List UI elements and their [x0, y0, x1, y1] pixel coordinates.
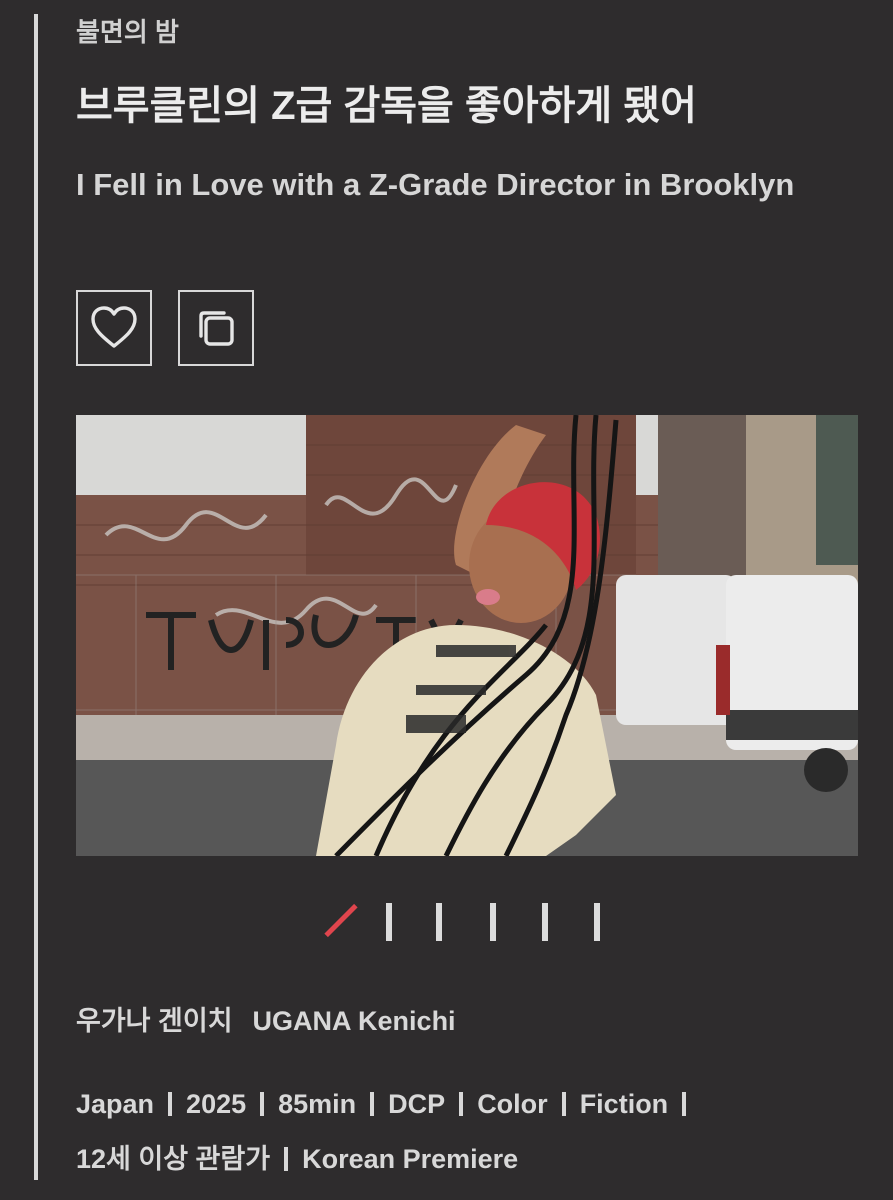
meta-rating: 12세 이상 관람가 — [76, 1144, 271, 1174]
pager-indicator[interactable] — [594, 903, 600, 941]
copy-icon — [199, 311, 234, 346]
meta-year: 2025 — [186, 1089, 247, 1119]
meta-separator — [370, 1092, 375, 1116]
meta-separator — [260, 1092, 265, 1116]
pager-indicator[interactable] — [386, 903, 392, 941]
meta-separator — [561, 1092, 566, 1116]
pager-indicator-active[interactable] — [324, 903, 358, 938]
heart-icon — [91, 306, 137, 348]
image-carousel-pager — [316, 900, 616, 944]
meta-runtime: 85min — [278, 1089, 357, 1119]
meta-separator — [682, 1092, 687, 1116]
pager-indicator[interactable] — [490, 903, 496, 941]
meta-separator — [168, 1092, 173, 1116]
copy-button[interactable] — [178, 290, 254, 366]
meta-separator — [459, 1092, 464, 1116]
section-label: 불면의 밤 — [76, 17, 179, 47]
film-still-image — [76, 415, 858, 856]
director-credit: 우가나 겐이치 UGANA Kenichi — [76, 1002, 456, 1040]
film-title-korean: 브루클린의 Z급 감독을 좋아하게 됐어 — [76, 84, 697, 128]
director-name-korean: 우가나 겐이치 — [76, 1006, 233, 1036]
meta-genre: Fiction — [579, 1089, 669, 1119]
director-name-english: UGANA Kenichi — [252, 1006, 456, 1036]
pager-indicator[interactable] — [436, 903, 442, 941]
film-title-english: I Fell in Love with a Z-Grade Director i… — [76, 167, 795, 202]
meta-separator — [284, 1147, 289, 1171]
meta-format: DCP — [388, 1089, 446, 1119]
film-meta-row-1: Japan 2025 85min DCP Color Fiction — [76, 1085, 700, 1123]
meta-premiere: Korean Premiere — [302, 1144, 519, 1174]
pager-indicator[interactable] — [542, 903, 548, 941]
meta-color: Color — [477, 1089, 548, 1119]
left-accent-rule — [34, 14, 38, 1180]
film-meta-row-2: 12세 이상 관람가 Korean Premiere — [76, 1140, 518, 1178]
meta-country: Japan — [76, 1089, 155, 1119]
like-button[interactable] — [76, 290, 152, 366]
